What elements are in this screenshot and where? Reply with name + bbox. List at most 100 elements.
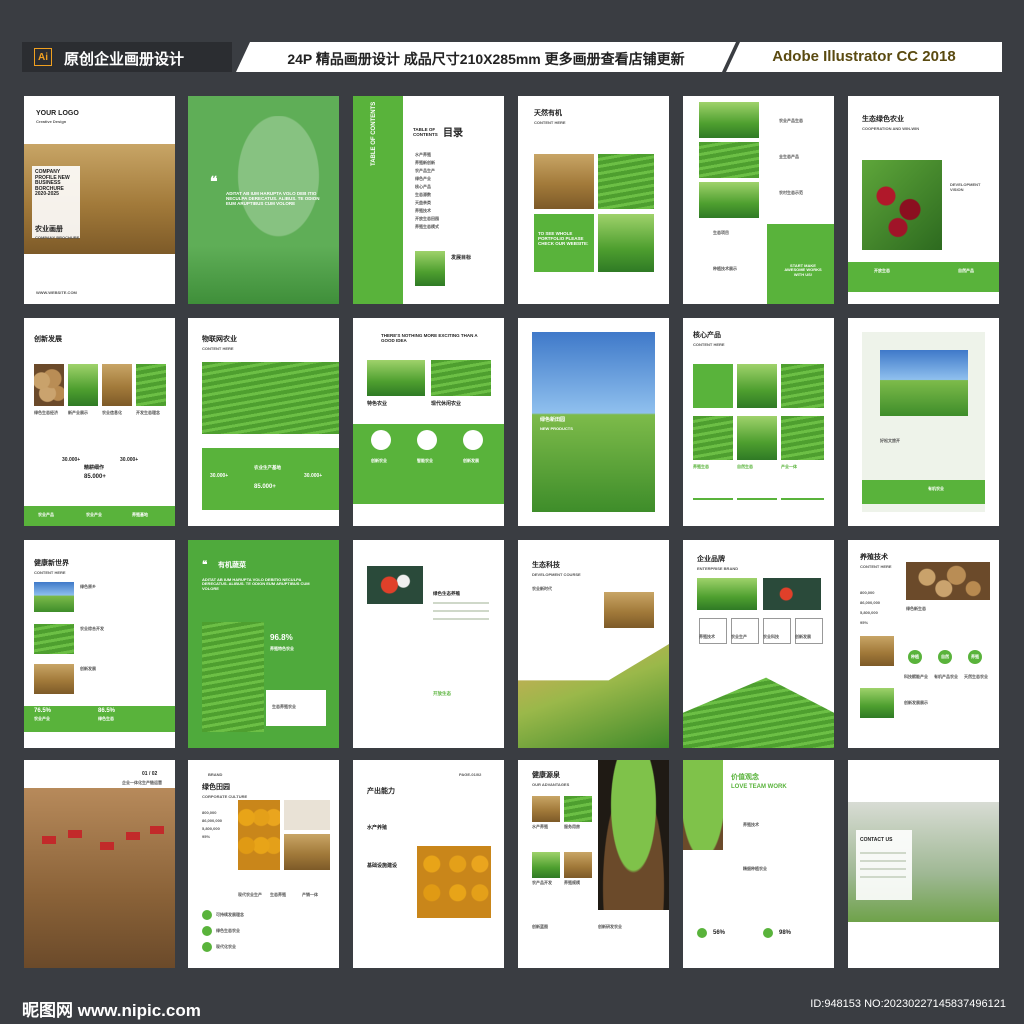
core-photo bbox=[781, 364, 824, 408]
culture-item: 现代化农业 bbox=[216, 944, 236, 949]
bottom-green-strip bbox=[862, 480, 985, 504]
breed-icon-label: 养殖 bbox=[971, 654, 979, 659]
page-enterprise-brand[interactable]: 企业品牌 ENTERPRISE BRAND 养殖技术 农业生产 农业科技 创新发… bbox=[683, 540, 834, 748]
eco-strip-label: 开放生态 bbox=[874, 268, 890, 273]
seedling-icon bbox=[699, 618, 727, 644]
page-values[interactable]: 价值观念 LOVE TEAM WORK 养殖技术 精细种植农业 56% 98% bbox=[683, 760, 834, 968]
footer-label: 农业产业 bbox=[86, 512, 102, 517]
fruit-photo bbox=[238, 800, 280, 870]
brand-koi-photo bbox=[763, 578, 821, 610]
contact-line bbox=[860, 868, 906, 870]
core-photo bbox=[693, 416, 733, 460]
page-number: 01 / 02 bbox=[142, 771, 158, 777]
photo-label: 新产业展示 bbox=[68, 410, 88, 415]
tech-sub: DEVELOPMENT COURSE bbox=[532, 572, 581, 577]
health-sub: CONTENT HERE bbox=[34, 570, 66, 575]
veg-bottom-label: 生态养殖农业 bbox=[272, 704, 296, 709]
tractor-photo bbox=[598, 214, 654, 272]
bullet-icon bbox=[202, 910, 212, 920]
contents-vertical-title: TABLE OF CONTENTS bbox=[371, 101, 377, 166]
photo-3 bbox=[102, 364, 132, 406]
logo-sub: Creative Design bbox=[36, 119, 67, 124]
bullet-icon bbox=[202, 942, 212, 952]
page-iot-agri[interactable]: 物联网农业 CONTENT HERE 30.000+ 农业生产基地 85.000… bbox=[188, 318, 339, 526]
portfolio-cta[interactable]: TO SEE WHOLE PORTFOLIO PLEASE CHECK OUR … bbox=[538, 231, 590, 247]
tech-photo bbox=[604, 592, 654, 628]
core-title: 核心产品 bbox=[693, 332, 721, 339]
cover-cn-title: 农业画册 bbox=[35, 226, 63, 233]
quote-mark-icon: ❝ bbox=[210, 173, 218, 189]
harvester-mark bbox=[100, 842, 114, 850]
harvester-photo-small bbox=[534, 154, 594, 209]
page-quote-cow[interactable]: ❝ ADITAT AB IUM HARUPTA VOLO DEB ITIO NE… bbox=[188, 96, 339, 304]
product-list-item: 种植技术展示 bbox=[713, 266, 737, 271]
breed-icon-label: 种植 bbox=[911, 654, 919, 659]
banner-middle: 24P 精品画册设计 成品尺寸210X285mm 更多画册查看店铺更新 bbox=[236, 42, 736, 72]
product-list-item: 农村生态示范 bbox=[779, 190, 803, 195]
page-koi[interactable]: 绿色生态养殖 开放生态 bbox=[353, 540, 504, 748]
contents-item[interactable]: 绿色产业 bbox=[415, 176, 431, 182]
photo-2 bbox=[68, 364, 98, 406]
page-breeding-tech[interactable]: 养殖技术 CONTENT HERE 800,000 86,000,000 5,8… bbox=[848, 540, 999, 748]
organic-title: 天然有机 bbox=[534, 110, 562, 117]
page-health-world[interactable]: 健康新世界 CONTENT HERE 绿色原乡 农业综合开发 创新发展 76.5… bbox=[24, 540, 175, 748]
page-contents[interactable]: TABLE OF CONTENTS TABLE OF CONTENTS 目录 水… bbox=[353, 96, 504, 304]
brand-sub: ENTERPRISE BRAND bbox=[697, 566, 739, 571]
page-eco-tech[interactable]: 生态科技 DEVELOPMENT COURSE 农业新时代 bbox=[518, 540, 669, 748]
contents-item[interactable]: 核心产品 bbox=[415, 184, 431, 190]
veg-stat: 96.8% bbox=[270, 633, 293, 642]
culture-stat: 800,000 bbox=[202, 810, 217, 815]
page-organic[interactable]: 天然有机 CONTENT HERE TO SEE WHOLE PORTFOLIO… bbox=[518, 96, 669, 304]
page-health-source[interactable]: 健康源泉 OUR ADVANTAGES 水产养殖 服务用房 农产品开发 养殖规模… bbox=[518, 760, 669, 968]
contact-title: CONTACT US bbox=[860, 837, 893, 843]
cover-footer: WWW.WEBSITE.COM bbox=[36, 290, 77, 295]
contents-green-band bbox=[353, 96, 403, 304]
page-core-products[interactable]: 核心产品 CONTENT HERE 养殖生态 自然生态 产业一体 bbox=[683, 318, 834, 526]
contents-item[interactable]: 天益亲类 bbox=[415, 200, 431, 206]
contents-item[interactable]: 养殖新创新 bbox=[415, 160, 435, 166]
breed-photo bbox=[860, 636, 894, 666]
contents-item[interactable]: 开放生态田园 bbox=[415, 216, 439, 222]
contents-item[interactable]: 养殖技术 bbox=[415, 208, 431, 214]
culture-label: 产销一体 bbox=[302, 892, 318, 897]
contents-item[interactable]: 养殖生态模式 bbox=[415, 224, 439, 230]
health-photo bbox=[34, 624, 74, 654]
new-field-title: 绿色新田园 bbox=[540, 417, 566, 423]
cover-cn-sub: COMPANY BROCHURE bbox=[35, 235, 80, 240]
page-contact[interactable]: CONTACT US bbox=[848, 760, 999, 968]
values-stat: 56% bbox=[713, 930, 726, 936]
photo-4 bbox=[136, 364, 166, 406]
text-line bbox=[433, 602, 489, 604]
page-wheat-field[interactable]: 好松文旅开 有机农业 bbox=[848, 318, 999, 526]
culture-sub: CORPORATE CULTURE bbox=[202, 794, 248, 799]
iot-sub: CONTENT HERE bbox=[202, 346, 234, 351]
page-corporate-culture[interactable]: BRAND 绿色田园 CORPORATE CULTURE 800,000 86,… bbox=[188, 760, 339, 968]
flask-icon bbox=[763, 618, 791, 644]
page-organic-veg[interactable]: ❝ 有机蔬菜 ADITAT AB IUM HARUPTA VOLO DEBITI… bbox=[188, 540, 339, 748]
output-title: 产出能力 bbox=[367, 788, 395, 795]
contents-item[interactable]: 农产品生产 bbox=[415, 168, 435, 174]
culture-stat: 5,800,000 bbox=[202, 826, 220, 831]
tea-hill-photo bbox=[683, 677, 834, 748]
page-innovation[interactable]: 创新发展 绿色生态经济 新产业展示 农业信息化 开发生态理念 30.000+ 精… bbox=[24, 318, 175, 526]
veg-stat-label: 养殖特色农业 bbox=[270, 646, 294, 651]
start-cta[interactable]: START MAKE AWESOME WORKS WITH US! bbox=[783, 263, 823, 277]
values-sprout-photo bbox=[683, 760, 723, 850]
page-product-list[interactable]: START MAKE AWESOME WORKS WITH US! 农业产品生态… bbox=[683, 96, 834, 304]
product-list-item: 全生态产品 bbox=[779, 154, 799, 159]
page-good-idea[interactable]: THERE'S NOTHING MORE EXCITING THAN A GOO… bbox=[353, 318, 504, 526]
source-bottom: 创新研发农业 bbox=[598, 924, 622, 929]
page-eco-green[interactable]: 生态绿色农业 COOPERATION AND WIN-WIN DEVELOPME… bbox=[848, 96, 999, 304]
page-cover[interactable]: YOUR LOGO Creative Design COMPANY PROFIL… bbox=[24, 96, 175, 304]
core-label: 养殖生态 bbox=[693, 464, 709, 469]
page-harvest-field[interactable]: 01 / 02 企业一体化生产链运营 bbox=[24, 760, 175, 968]
tea-field-photo bbox=[598, 154, 654, 209]
page-new-field[interactable]: 绿色新田园 NEW PRODUCTS bbox=[518, 318, 669, 526]
contents-item[interactable]: 水产养殖 bbox=[415, 152, 431, 158]
goal-label: 发展目标 bbox=[451, 255, 472, 261]
contents-item[interactable]: 生态源数 bbox=[415, 192, 431, 198]
page-output-capacity[interactable]: 产出能力 PAGE-01/02 水产养殖 基础设施建设 bbox=[353, 760, 504, 968]
core-photo bbox=[781, 416, 824, 460]
grass-photo bbox=[188, 246, 339, 304]
core-label: 自然生态 bbox=[737, 464, 753, 469]
